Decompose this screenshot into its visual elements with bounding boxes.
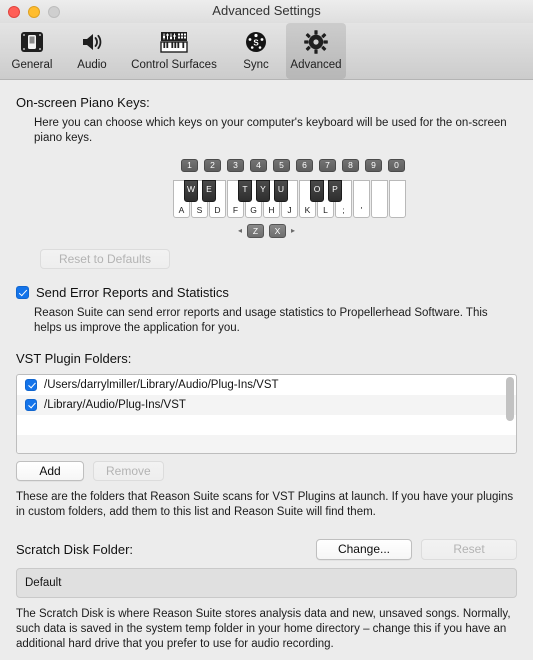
vst-folder-path: /Users/darrylmiller/Library/Audio/Plug-I… xyxy=(44,379,279,392)
scratch-disk-path-value: Default xyxy=(25,576,62,589)
settings-toolbar: General Audio Control Surfaces S Sync Ad… xyxy=(0,23,533,80)
vst-note: These are the folders that Reason Suite … xyxy=(16,491,514,519)
black-key-U[interactable]: U xyxy=(274,179,288,202)
tab-advanced-label: Advanced xyxy=(290,59,342,71)
send-error-reports-checkbox[interactable] xyxy=(16,285,29,299)
vst-folder-checkbox[interactable] xyxy=(25,379,37,392)
advanced-settings-window: Advanced Settings General Audio Control … xyxy=(0,0,533,660)
send-error-reports-label: Send Error Reports and Statistics xyxy=(36,284,229,300)
remove-folder-button[interactable]: Remove xyxy=(93,461,164,482)
reset-to-defaults-button[interactable]: Reset to Defaults xyxy=(40,248,170,269)
tab-audio-label: Audio xyxy=(77,59,107,71)
number-key-3[interactable]: 3 xyxy=(227,158,244,172)
send-error-reports-help: Reason Suite can send error reports and … xyxy=(34,306,488,334)
white-key-label: ' xyxy=(360,204,363,215)
general-icon xyxy=(19,27,45,57)
black-key-O[interactable]: O xyxy=(310,179,324,202)
number-key-2[interactable]: 2 xyxy=(204,158,221,172)
send-error-reports-row[interactable]: Send Error Reports and Statistics xyxy=(16,285,517,300)
tab-sync[interactable]: S Sync xyxy=(226,23,286,79)
tab-sync-label: Sync xyxy=(243,59,269,71)
scratch-disk-header: Scratch Disk Folder: Change... Reset xyxy=(16,538,517,560)
tab-general-label: General xyxy=(11,59,53,71)
number-key-0[interactable]: 0 xyxy=(388,158,405,172)
black-key-E[interactable]: E xyxy=(202,179,216,202)
vst-folder-path: /Library/Audio/Plug-Ins/VST xyxy=(44,399,186,412)
number-key-8[interactable]: 8 xyxy=(342,158,359,172)
number-key-row: 1234567890 xyxy=(181,158,411,172)
vst-folder-row[interactable]: /Library/Audio/Plug-Ins/VST xyxy=(17,395,516,416)
scratch-section-title: Scratch Disk Folder: xyxy=(16,541,134,557)
piano-key-mapper: 1234567890 A S D F G H J K L; ' W E T Y U O P ◂ Z X ▸ xyxy=(16,157,517,247)
white-key-blank-0[interactable] xyxy=(371,179,388,218)
white-key-label: A xyxy=(178,204,185,215)
window-title: Advanced Settings xyxy=(212,3,321,18)
transpose-down-key[interactable]: Z xyxy=(247,223,264,238)
white-key-label: J xyxy=(287,204,292,215)
vst-folder-row[interactable]: /Users/darrylmiller/Library/Audio/Plug-I… xyxy=(17,375,516,395)
black-key-label: Y xyxy=(260,183,266,194)
settings-content: On-screen Piano Keys: Here you can choos… xyxy=(0,95,533,653)
vst-folder-empty-row xyxy=(17,415,516,435)
vst-section-title: VST Plugin Folders: xyxy=(16,351,132,367)
number-key-1[interactable]: 1 xyxy=(181,158,198,172)
title-bar: Advanced Settings xyxy=(0,0,533,23)
white-key-label: H xyxy=(268,204,275,215)
keyboard-mixer-icon xyxy=(159,27,189,57)
number-key-5[interactable]: 5 xyxy=(273,158,290,172)
piano-section-title: On-screen Piano Keys: xyxy=(16,95,150,110)
black-key-label: W xyxy=(186,183,196,194)
tab-control-surfaces-label: Control Surfaces xyxy=(131,59,217,71)
black-key-T[interactable]: T xyxy=(238,179,252,202)
black-key-label: U xyxy=(277,183,285,194)
black-key-P[interactable]: P xyxy=(328,179,342,202)
change-scratch-disk-button[interactable]: Change... xyxy=(316,538,412,560)
vst-folder-empty-row xyxy=(17,435,516,454)
number-key-6[interactable]: 6 xyxy=(296,158,313,172)
white-key-10[interactable]: ' xyxy=(353,179,370,218)
svg-text:S: S xyxy=(253,39,259,48)
white-key-label: L xyxy=(323,204,328,215)
vst-folders-list[interactable]: /Users/darrylmiller/Library/Audio/Plug-I… xyxy=(16,374,517,455)
transpose-right-arrow-icon: ▸ xyxy=(291,226,296,236)
tab-general[interactable]: General xyxy=(2,23,62,79)
octave-transpose-row: ◂ Z X ▸ xyxy=(16,223,517,238)
black-key-label: P xyxy=(332,183,338,194)
speaker-icon xyxy=(79,27,105,57)
scratch-disk-buttons: Change... Reset xyxy=(316,538,517,560)
black-key-label: O xyxy=(313,183,321,194)
vst-folder-checkbox[interactable] xyxy=(25,399,37,412)
white-key-label: F xyxy=(232,204,239,215)
add-folder-button[interactable]: Add xyxy=(16,461,84,482)
vst-list-scrollbar[interactable] xyxy=(506,377,514,451)
white-key-blank-1[interactable] xyxy=(389,179,406,218)
reset-scratch-disk-button[interactable]: Reset xyxy=(421,538,517,560)
reset-defaults-row: Reset to Defaults xyxy=(40,248,517,269)
vst-list-buttons: Add Remove xyxy=(16,461,517,482)
black-key-Y[interactable]: Y xyxy=(256,179,270,202)
vst-list-scroll-thumb[interactable] xyxy=(506,377,514,422)
number-key-4[interactable]: 4 xyxy=(250,158,267,172)
white-key-label: S xyxy=(196,204,203,215)
white-key-label: K xyxy=(304,204,311,215)
number-key-9[interactable]: 9 xyxy=(365,158,382,172)
transpose-up-key[interactable]: X xyxy=(269,223,286,238)
piano-section-help: Here you can choose which keys on your c… xyxy=(34,117,507,145)
black-key-label: T xyxy=(242,183,248,194)
piano-keyboard: A S D F G H J K L; ' W E T Y U O P xyxy=(173,179,409,218)
scratch-disk-path-field: Default xyxy=(16,567,517,598)
gear-icon xyxy=(303,27,329,57)
black-key-label: E xyxy=(206,183,212,194)
scratch-disk-note: The Scratch Disk is where Reason Suite s… xyxy=(16,607,511,651)
sync-icon: S xyxy=(243,27,269,57)
white-key-label: D xyxy=(214,204,221,215)
white-key-label: G xyxy=(250,204,257,215)
transpose-left-arrow-icon: ◂ xyxy=(237,226,242,236)
black-key-W[interactable]: W xyxy=(184,179,198,202)
number-key-7[interactable]: 7 xyxy=(319,158,336,172)
tab-audio[interactable]: Audio xyxy=(62,23,122,79)
tab-advanced[interactable]: Advanced xyxy=(286,23,346,79)
white-key-label: ; xyxy=(342,204,345,215)
tab-control-surfaces[interactable]: Control Surfaces xyxy=(122,23,226,79)
